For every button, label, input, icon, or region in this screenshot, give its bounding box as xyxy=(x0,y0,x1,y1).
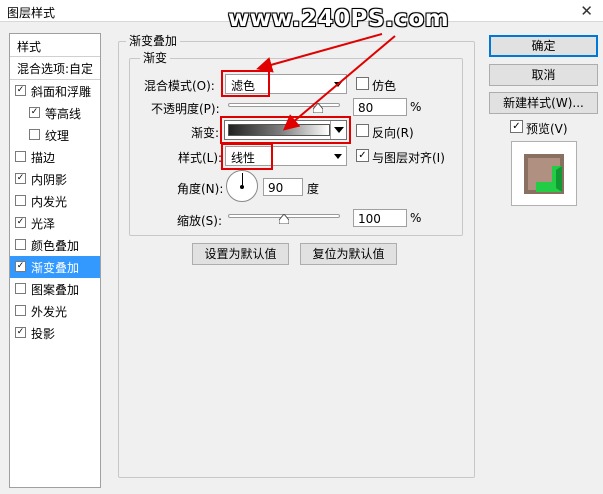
annotation-arrows-icon xyxy=(256,33,396,131)
